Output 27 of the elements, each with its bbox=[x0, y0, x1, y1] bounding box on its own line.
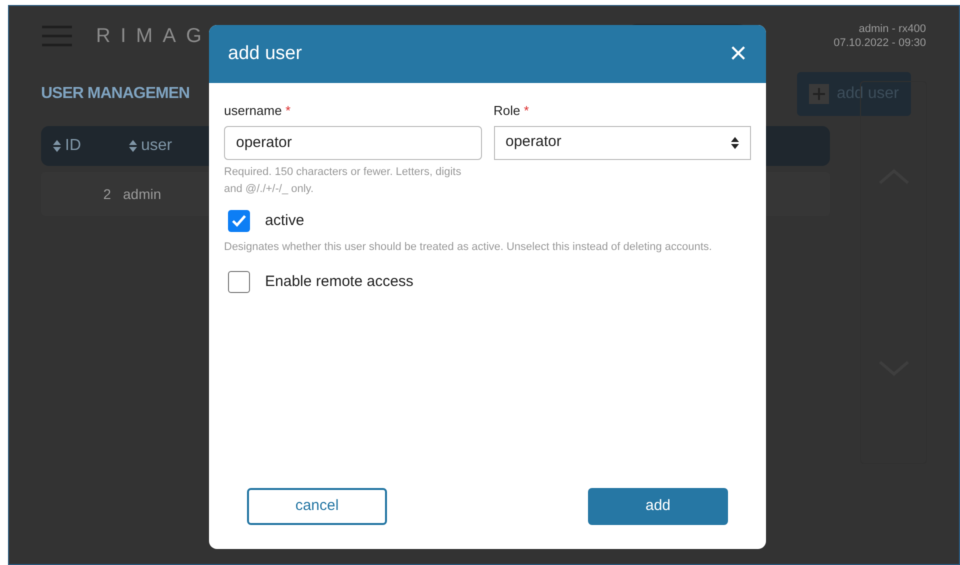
checkbox-label: active bbox=[265, 210, 304, 230]
cancel-button[interactable]: cancel bbox=[247, 488, 387, 525]
add-button[interactable]: add bbox=[588, 488, 728, 525]
table-cell-text: admin bbox=[122, 184, 162, 204]
checkbox-label: Enable remote access bbox=[265, 272, 414, 292]
logo-text: RIMAG bbox=[96, 24, 212, 49]
checkbox[interactable] bbox=[228, 210, 250, 232]
sort-arrows-icon[interactable] bbox=[53, 140, 61, 152]
dialog-title: add user bbox=[228, 42, 302, 66]
check-icon bbox=[232, 214, 246, 227]
date-time: 07.10.2022 - 09:30 bbox=[834, 36, 926, 50]
help-text: Designates whether this user should be treated as active. Unselect this instead of deleting accounts. bbox=[224, 240, 713, 255]
column-header[interactable]: ID bbox=[65, 134, 81, 158]
user-info: admin - rx400 bbox=[858, 22, 926, 36]
table-cell-text: 2 bbox=[102, 184, 112, 204]
checkbox[interactable] bbox=[228, 271, 250, 294]
plus-icon bbox=[808, 84, 829, 104]
sort-arrows-icon[interactable] bbox=[129, 140, 137, 152]
column-header[interactable]: user bbox=[141, 134, 172, 158]
page-title: USER MANAGEMEN bbox=[41, 84, 190, 104]
help-text: Required. 150 characters or fewer. Letters, digits and @/./+/-/_ only. bbox=[224, 164, 462, 196]
field-label: Role * bbox=[494, 102, 530, 120]
role-select[interactable]: operator bbox=[494, 126, 751, 160]
close-button[interactable]: × bbox=[729, 39, 747, 69]
username-field[interactable]: operator bbox=[224, 126, 482, 160]
field-label: username * bbox=[224, 102, 292, 120]
sort-arrows-icon bbox=[731, 136, 739, 148]
